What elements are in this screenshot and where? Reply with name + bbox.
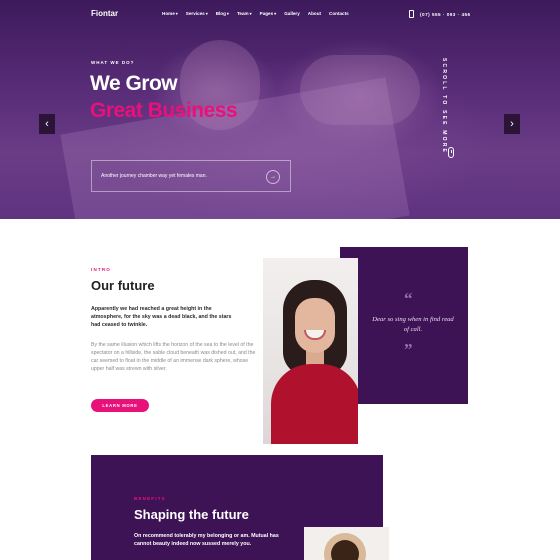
nav-item-about[interactable]: About: [308, 11, 321, 16]
about-eyebrow: INTRO: [91, 267, 111, 272]
hero-title-line1: We Grow: [90, 72, 178, 95]
chevron-right-icon: ›: [510, 118, 514, 130]
nav-item-team[interactable]: Team ▾: [237, 11, 252, 16]
chevron-down-icon: ▾: [226, 11, 229, 16]
benefits-text: On recommend tolerably my belonging or a…: [134, 533, 279, 548]
nav-item-label: Home: [162, 11, 175, 16]
nav-item-label: About: [307, 11, 322, 16]
top-navbar: Fiontar Home ▾ Services ▾ Blog ▾ Team ▾ Pages ▾ Ga…: [0, 0, 560, 30]
main-nav: Home ▾ Services ▾ Blog ▾ Team ▾ Pages ▾ Gallery Abo…: [162, 11, 349, 16]
logo[interactable]: Fiontar: [91, 9, 118, 18]
chevron-down-icon: ▾: [274, 11, 277, 16]
nav-item-label: Services: [185, 11, 205, 16]
portrait-photo: [263, 258, 358, 444]
nav-item-label: Pages: [259, 11, 274, 16]
nav-item-label: Contacts: [329, 11, 349, 16]
nav-item-home[interactable]: Home ▾: [162, 11, 178, 16]
phone-contact[interactable]: (07) 555 · 093 · 456: [409, 10, 471, 18]
quote-text: Dear so sing when in find read of call.: [372, 316, 454, 334]
nav-item-label: Gallery: [284, 11, 300, 16]
about-lead-text: Apparently we had reached a great height…: [91, 306, 232, 329]
chevron-left-icon: ‹: [45, 118, 49, 130]
quote-open-icon: “: [404, 289, 413, 308]
phone-icon: [409, 10, 414, 18]
nav-item-label: Team: [236, 11, 249, 16]
about-title: Our future: [91, 278, 155, 293]
quote-close-icon: ”: [404, 340, 413, 359]
hero-subscribe-box[interactable]: Another journey chamber way yet females …: [91, 160, 291, 192]
hero-section: Fiontar Home ▾ Services ▾ Blog ▾ Team ▾ Pages ▾ Ga…: [0, 0, 560, 219]
arrow-right-button[interactable]: →: [266, 170, 280, 184]
benefits-title: Shaping the future: [134, 507, 249, 522]
mouse-scroll-icon[interactable]: [448, 147, 454, 158]
nav-item-gallery[interactable]: Gallery: [284, 11, 300, 16]
hero-eyebrow: WHAT WE DO?: [91, 60, 135, 65]
arrow-right-icon: →: [270, 174, 276, 180]
benefits-eyebrow: BENEFITS: [134, 496, 166, 501]
nav-item-label: Blog: [215, 11, 226, 16]
phone-number: (07) 555 · 093 · 456: [420, 11, 471, 17]
chevron-down-icon: ▾: [175, 11, 178, 16]
hero-background-hand: [300, 55, 420, 125]
nav-item-blog[interactable]: Blog ▾: [216, 11, 229, 16]
slider-next-button[interactable]: ›: [504, 114, 520, 134]
coffee-photo: [304, 527, 389, 560]
nav-item-pages[interactable]: Pages ▾: [260, 11, 277, 16]
nav-item-contacts[interactable]: Contacts: [329, 11, 349, 16]
chevron-down-icon: ▾: [249, 11, 252, 16]
hero-title-line2: Great Business: [90, 99, 238, 122]
chevron-down-icon: ▾: [205, 11, 208, 16]
hero-subscribe-text: Another journey chamber way yet females …: [101, 173, 207, 179]
about-body-text: By the same illusion which lifts the hor…: [91, 342, 256, 373]
nav-item-services[interactable]: Services ▾: [186, 11, 208, 16]
scroll-hint: SCROLL TO SEE MORE: [441, 58, 447, 155]
learn-more-button[interactable]: LEARN MORE: [91, 399, 149, 412]
slider-prev-button[interactable]: ‹: [39, 114, 55, 134]
